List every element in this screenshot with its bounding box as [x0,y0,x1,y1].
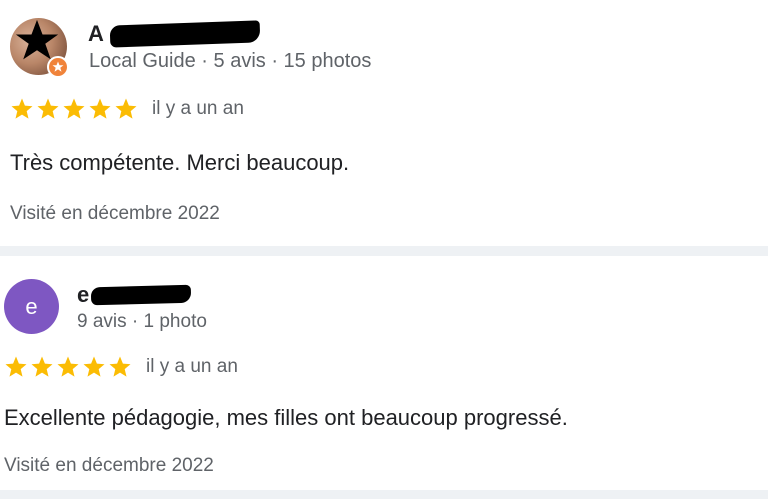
star-icon [5,356,27,377]
star-icon [115,98,137,119]
star-rating [4,355,132,379]
star-icon [63,98,85,119]
review-text: Très compétente. Merci beaucoup. [10,150,350,175]
star-badge-glyph [52,61,64,72]
review-text: Excellente pédagogie, mes filles ont bea… [4,405,568,430]
star-icon [109,356,131,377]
reviewer-name-initial: A [88,21,104,46]
star-icon [57,356,79,377]
review-time: il y a un an [146,356,238,377]
star-icon [37,98,59,119]
review-time: il y a un an [152,98,244,119]
star-rating [10,97,138,121]
reviewer-meta: Local Guide · 5 avis · 15 photos [89,50,372,72]
star-icon [83,356,105,377]
review-divider [0,490,768,499]
reviewer-name[interactable]: A [88,18,261,50]
reviewer-avatar[interactable] [10,18,69,78]
reviewer-name-initial: e [77,282,90,307]
visited-date: Visité en décembre 2022 [10,203,220,224]
avatar-letter: e [25,293,38,319]
name-redaction [109,20,261,48]
name-redaction [91,284,192,306]
rating-row: il y a un an [10,97,244,121]
reviewer-name[interactable]: e [77,280,192,310]
reviews-list: A Local Guide · 5 avis · 15 photos il y … [0,0,768,499]
star-icon [89,98,111,119]
local-guide-icon [47,56,69,78]
reviewer-meta: 9 avis · 1 photo [77,311,207,332]
reviewer-avatar[interactable]: e [4,279,59,334]
review-card: A Local Guide · 5 avis · 15 photos il y … [0,0,768,246]
star-icon [31,356,53,377]
star-icon [11,98,33,119]
review-divider [0,246,768,256]
rating-row: il y a un an [4,355,238,379]
visited-date: Visité en décembre 2022 [4,455,214,476]
